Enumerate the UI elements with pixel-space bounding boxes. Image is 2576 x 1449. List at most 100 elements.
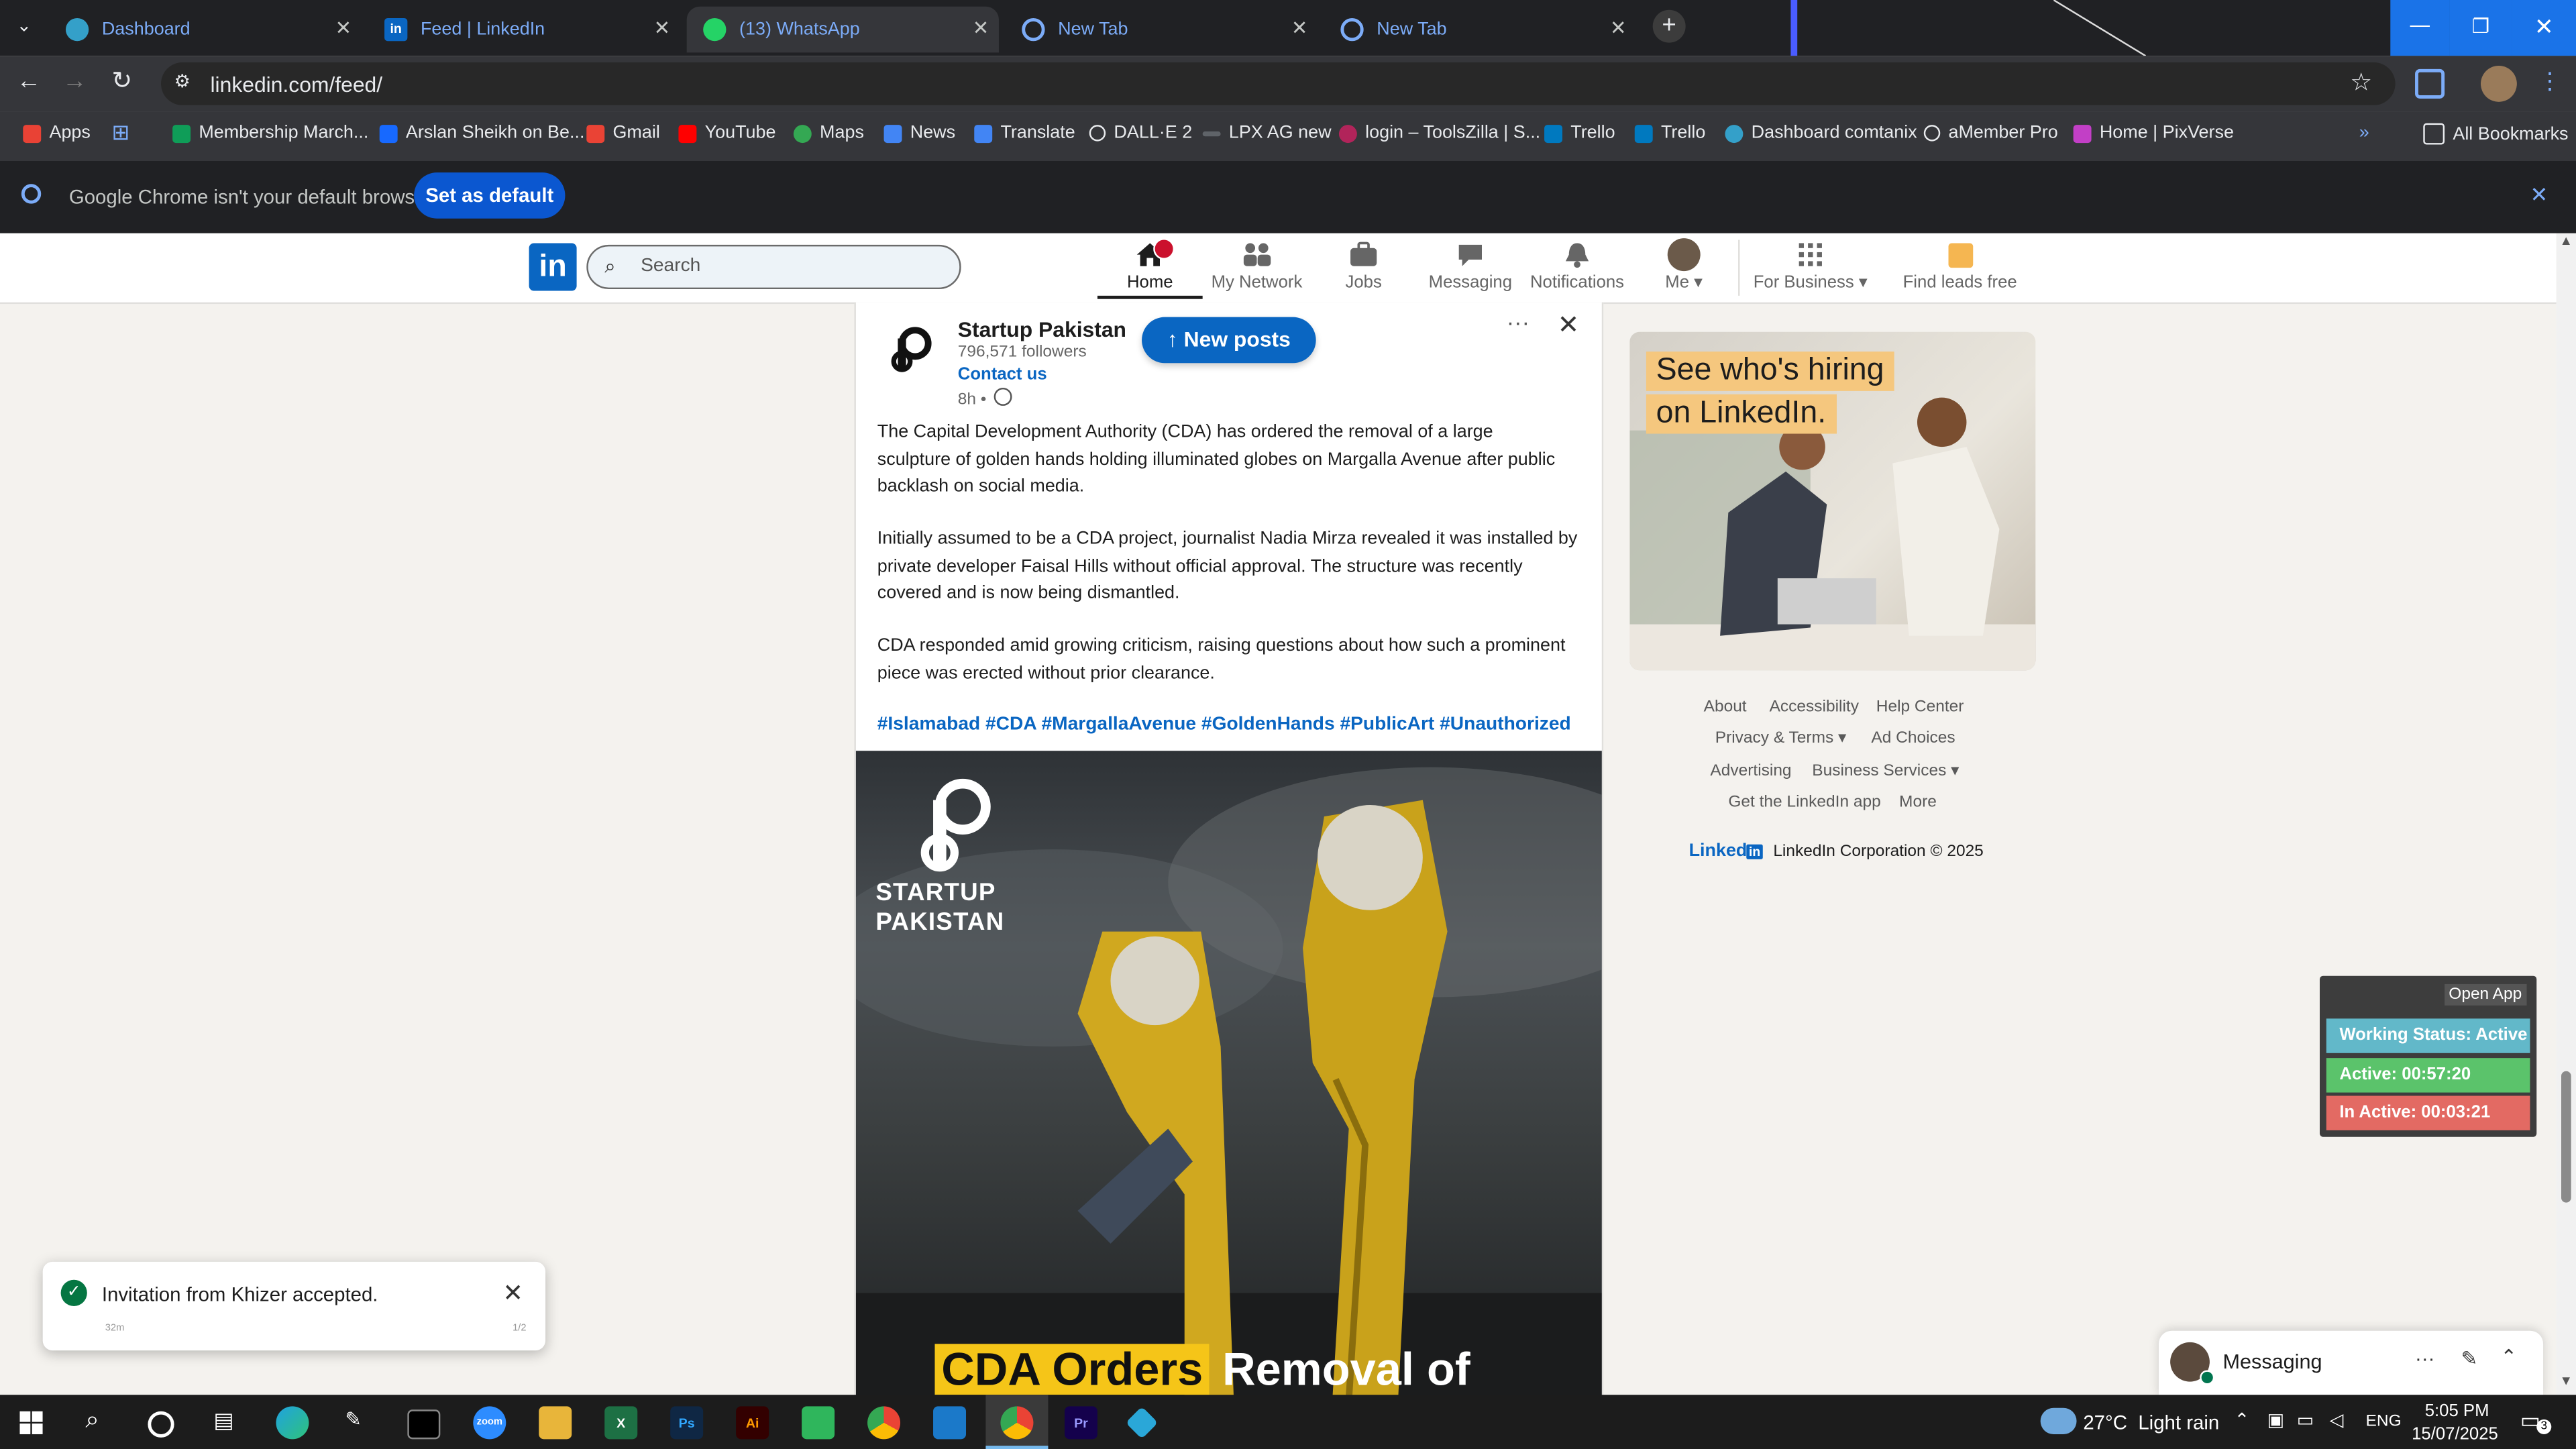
ad-banner[interactable]: See who's hiring on LinkedIn. (1629, 331, 2036, 671)
bookmark-item[interactable]: Dashboard comtanix (1725, 123, 1917, 143)
weather-text[interactable]: 27°C Light rain (2083, 1411, 2219, 1434)
edge-icon[interactable] (276, 1406, 309, 1440)
contact-us-link[interactable]: Contact us (958, 365, 1047, 384)
linkedin-logo[interactable]: in (529, 243, 577, 291)
bookmark-item[interactable]: Arslan Sheikh on Be... (379, 123, 584, 143)
forward-icon[interactable]: → (62, 67, 87, 95)
footer-help-center[interactable]: Help Center (1876, 698, 1964, 716)
post-author[interactable]: Startup Pakistan (958, 317, 1126, 342)
set-as-default-button[interactable]: Set as default (414, 172, 566, 219)
minimize-button[interactable]: — (2390, 0, 2450, 56)
nav-find-leads[interactable]: Find leads free (1898, 237, 2023, 292)
company-logo[interactable] (879, 315, 945, 382)
bookmark-item[interactable]: Trello (1634, 123, 1705, 143)
close-icon[interactable]: ✕ (973, 16, 989, 39)
all-bookmarks[interactable]: All Bookmarks (2423, 123, 2569, 145)
menu-kebab-icon[interactable]: ⋮ (2538, 67, 2561, 95)
extensions-icon[interactable] (2415, 68, 2445, 99)
tab-linkedin[interactable]: in Feed | LinkedIn ✕ (368, 7, 680, 53)
chrome-active-icon[interactable] (1000, 1406, 1034, 1440)
premiere-icon[interactable]: Pr (1064, 1406, 1097, 1440)
footer-accessibility[interactable]: Accessibility (1770, 698, 1859, 716)
tab-new-tab[interactable]: New Tab ✕ (1006, 7, 1318, 53)
weather-icon[interactable] (2040, 1407, 2077, 1434)
messaging-overlay[interactable]: Messaging ··· ✎ ⌃ (2158, 1330, 2544, 1397)
bookmark-item[interactable]: DALL·E 2 (1089, 123, 1192, 143)
back-icon[interactable]: ← (16, 67, 41, 95)
bookmark-item[interactable]: Home | PixVerse (2073, 123, 2234, 143)
site-info-icon[interactable]: ⚙ (174, 70, 191, 92)
bookmark-item[interactable]: Gmail (586, 123, 660, 143)
clock-time[interactable]: 5:05 PM (2425, 1401, 2489, 1421)
scrollbar-up-icon[interactable]: ▲ (2560, 233, 2573, 248)
scrollbar-track[interactable]: ▲ ▼ (2556, 233, 2576, 1395)
clock-date[interactable]: 15/07/2025 (2412, 1424, 2498, 1444)
close-icon[interactable]: ✕ (1610, 16, 1627, 39)
close-icon[interactable]: ✕ (502, 1278, 523, 1308)
app-blue-icon[interactable] (1125, 1406, 1159, 1440)
app-green-icon[interactable] (802, 1406, 835, 1440)
address-bar[interactable]: ⚙ linkedin.com/feed/ ☆ (161, 62, 2396, 105)
footer-about[interactable]: About (1704, 698, 1747, 716)
nav-notifications[interactable]: Notifications (1525, 237, 1630, 292)
scrollbar-down-icon[interactable]: ▼ (2560, 1373, 2573, 1388)
bookmark-star-icon[interactable]: ☆ (2350, 67, 2372, 97)
bookmark-item[interactable]: LPX AG new (1202, 123, 1332, 143)
nav-me[interactable]: Me ▾ (1643, 237, 1725, 292)
tab-whatsapp[interactable]: (13) WhatsApp ✕ (686, 6, 999, 53)
bookmark-item[interactable]: login – ToolsZilla | S... (1338, 123, 1540, 143)
photoshop-icon[interactable]: Ps (670, 1406, 704, 1440)
bookmark-item[interactable]: Trello (1544, 123, 1615, 143)
close-window-button[interactable]: ✕ (2512, 0, 2576, 56)
close-icon[interactable]: ✕ (2530, 182, 2548, 209)
pen-icon[interactable]: ✎ (345, 1408, 362, 1431)
tray-chevron-icon[interactable]: ⌃ (2235, 1409, 2250, 1431)
nav-messaging[interactable]: Messaging (1417, 237, 1523, 292)
footer-get-app[interactable]: Get the LinkedIn app (1728, 794, 1880, 812)
tray-monitor-icon[interactable]: ▣ (2267, 1409, 2284, 1431)
vscode-icon[interactable] (933, 1406, 967, 1440)
nav-my-network[interactable]: My Network (1204, 237, 1309, 292)
close-icon[interactable]: ✕ (654, 16, 671, 39)
close-icon[interactable]: ✕ (1558, 309, 1580, 341)
post-image[interactable]: STARTUP PAKISTAN CDA Orders Removal of (855, 751, 1602, 1400)
nav-jobs[interactable]: Jobs (1311, 237, 1416, 292)
profile-avatar[interactable] (2480, 65, 2517, 102)
zoom-icon[interactable]: zoom (473, 1406, 506, 1440)
footer-ad-choices[interactable]: Ad Choices (1871, 729, 1955, 747)
new-posts-button[interactable]: ↑ New posts (1142, 317, 1316, 364)
bookmark-item[interactable]: aMember Pro (1923, 123, 2058, 143)
task-view-icon[interactable]: ▤ (213, 1408, 233, 1434)
tab-search-chevron-icon[interactable]: ⌄ (16, 15, 32, 36)
compose-icon[interactable]: ✎ (2461, 1347, 2478, 1370)
more-options-icon[interactable]: ··· (2415, 1347, 2434, 1370)
search-icon[interactable]: ⌕ (85, 1406, 99, 1434)
close-icon[interactable]: ✕ (335, 16, 352, 39)
windows-start-icon[interactable] (19, 1411, 43, 1440)
chrome-icon[interactable] (867, 1406, 901, 1440)
chevron-up-icon[interactable]: ⌃ (2500, 1346, 2517, 1368)
url-text[interactable]: linkedin.com/feed/ (210, 72, 382, 97)
bookmark-item[interactable]: News (883, 123, 955, 143)
tab-groups-icon[interactable]: ⊞ (112, 120, 130, 146)
tab-new-tab[interactable]: New Tab ✕ (1324, 7, 1636, 53)
more-bookmarks-chevron-icon[interactable]: » (2359, 123, 2369, 143)
bookmark-item[interactable]: Membership March... (172, 123, 368, 143)
excel-icon[interactable]: X (604, 1406, 638, 1440)
scrollbar-thumb[interactable] (2561, 1071, 2571, 1203)
footer-more[interactable]: More (1899, 794, 1937, 812)
cortana-icon[interactable] (148, 1411, 174, 1438)
open-app-button[interactable]: Open App (2443, 983, 2527, 1006)
language-indicator[interactable]: ENG (2366, 1413, 2402, 1431)
nav-home[interactable]: Home (1097, 237, 1203, 299)
new-tab-button[interactable]: + (1652, 9, 1686, 43)
bookmark-apps[interactable]: Apps (23, 123, 91, 143)
reload-icon[interactable]: ↻ (112, 66, 133, 95)
bookmark-item[interactable]: Maps (793, 123, 864, 143)
search-input[interactable]: ⌕ Search (586, 244, 961, 290)
footer-privacy-terms[interactable]: Privacy & Terms ▾ (1715, 729, 1847, 747)
illustrator-icon[interactable]: Ai (736, 1406, 769, 1440)
nav-for-business[interactable]: For Business ▾ (1748, 237, 1873, 292)
bookmark-item[interactable]: YouTube (678, 123, 776, 143)
bookmark-item[interactable]: Translate (974, 123, 1075, 143)
